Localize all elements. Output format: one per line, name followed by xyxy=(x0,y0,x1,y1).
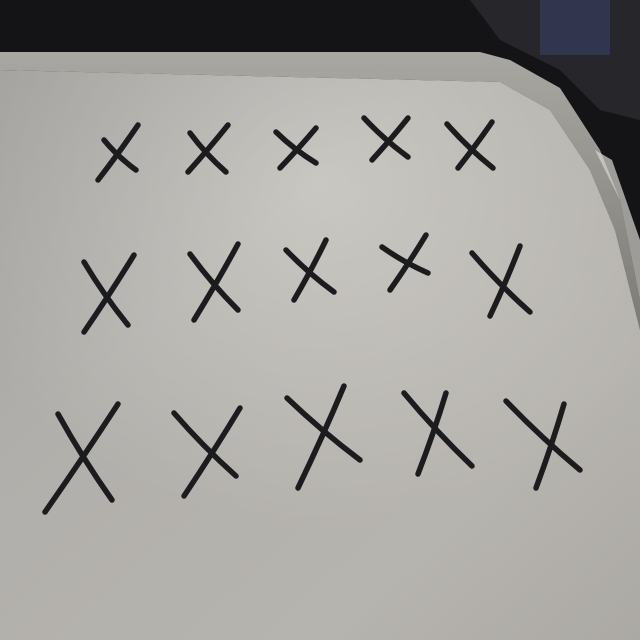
background-blue-object xyxy=(540,0,610,55)
board-vignette xyxy=(0,70,640,640)
whiteboard-photo xyxy=(0,0,640,640)
